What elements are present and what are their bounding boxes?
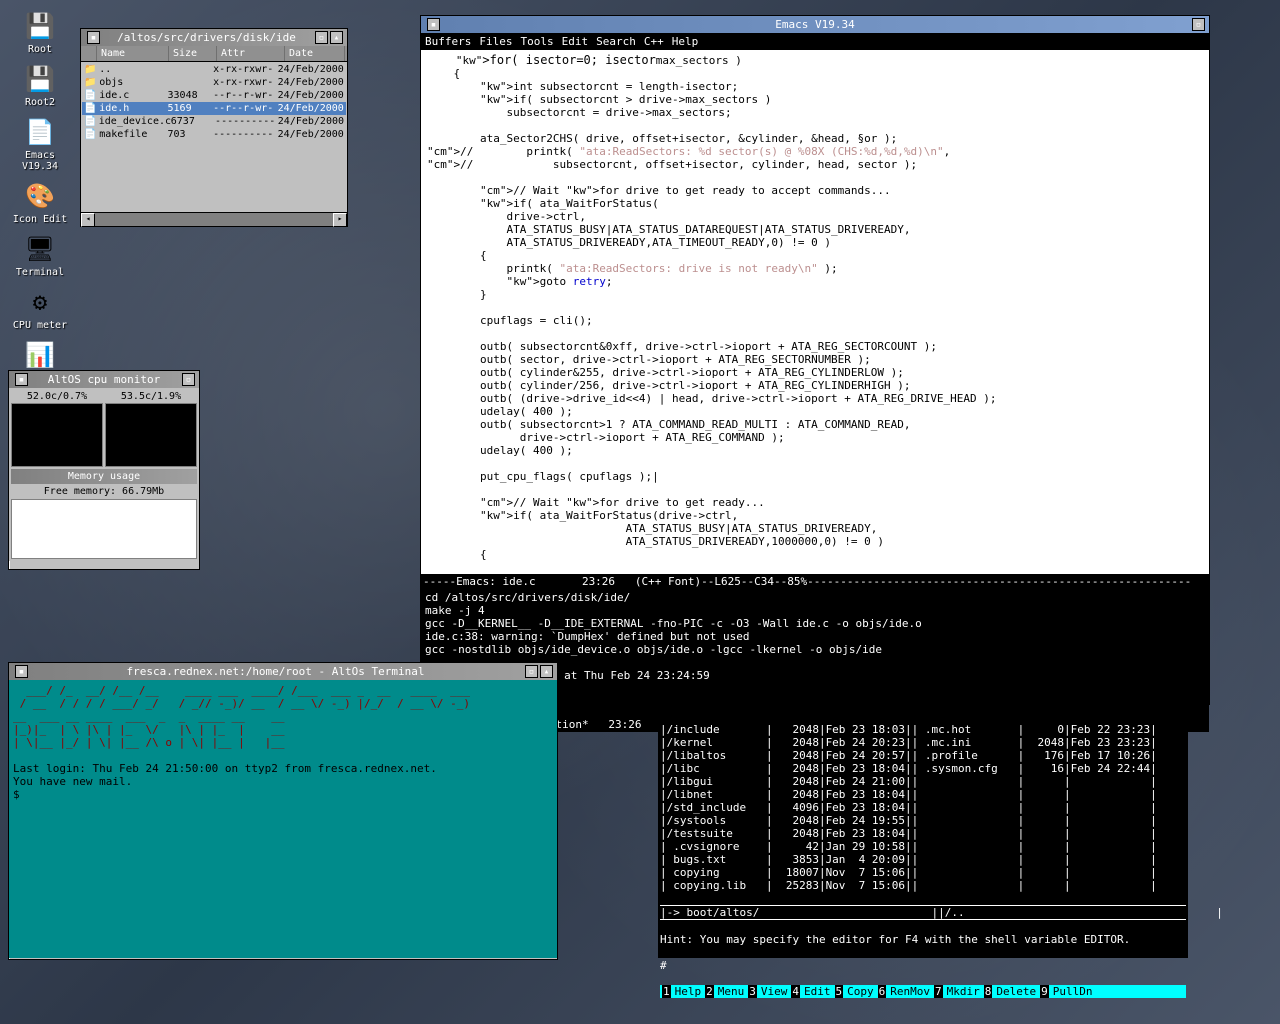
emacs-title: Emacs V19.34 — [440, 18, 1190, 31]
mc-row[interactable]: |/testsuite | 2048|Feb 23 18:04|| | | | — [660, 827, 1186, 840]
mem-label: Free memory: 66.79Mb — [11, 484, 197, 499]
mc-path: |-> boot/altos/ ||/.. | — [660, 905, 1186, 920]
emacs-menubar[interactable]: Buffers Files Tools Edit Search C++ Help — [421, 33, 1209, 50]
emacs-code-buffer[interactable]: "kw">for( isector=0; isectormax_sectors … — [421, 50, 1209, 574]
col-attr[interactable]: Attr — [217, 46, 285, 61]
fkey-edit[interactable]: 4Edit — [791, 985, 830, 998]
mc-hint: Hint: You may specify the editor for F4 … — [660, 933, 1186, 946]
cpumeter-icon[interactable]: ⚙CPU meter — [10, 286, 70, 331]
term-prompt: $ — [13, 788, 26, 801]
emacs-titlebar[interactable]: ▪ Emacs V19.34 ▫ — [421, 16, 1209, 33]
mc-row[interactable]: |/libnet | 2048|Feb 23 18:04|| | | | — [660, 788, 1186, 801]
scroll-left-icon[interactable]: ◂ — [81, 213, 95, 227]
menu-files[interactable]: Files — [479, 35, 512, 48]
emacs-window: ▪ Emacs V19.34 ▫ Buffers Files Tools Edit Se… — [420, 15, 1210, 705]
fkey-mkdir[interactable]: 7Mkdir — [934, 985, 980, 998]
fm-column-headers: Name Size Attr Date — [81, 46, 347, 62]
mc-row[interactable]: | .cvsignore | 42|Jan 29 10:58|| | | | — [660, 840, 1186, 853]
menu-tools[interactable]: Tools — [520, 35, 553, 48]
file-manager-window: ▪ /altos/src/drivers/disk/ide ▫ ▴ Name S… — [80, 28, 348, 227]
mc-row[interactable]: | bugs.txt | 3853|Jan 4 20:09|| | | | — [660, 853, 1186, 866]
mc-function-keys[interactable]: 1Help 2Menu 3View 4Edit 5Copy 6RenMov 7Mkdir 8D… — [660, 985, 1186, 998]
term-ascii: ___/ /_ __/ /__ /__ ____ ___ ____/ /___ … — [13, 684, 470, 749]
mc-row[interactable]: | copying.lib | 25283|Nov 7 15:06|| | | … — [660, 879, 1186, 892]
file-row[interactable]: 📄makefile703----------24/Feb/2000 — [82, 128, 346, 141]
emacs-status-1: -----Emacs: ide.c 23:26 (C++ Font)--L625… — [421, 574, 1209, 589]
iconedit-icon[interactable]: 🎨Icon Edit — [10, 180, 70, 225]
mc-row[interactable]: |/systools | 2048|Feb 24 19:55|| | | | — [660, 814, 1186, 827]
fkey-pulldn[interactable]: 9PullDn — [1040, 985, 1092, 998]
fkey-renmov[interactable]: 6RenMov — [878, 985, 930, 998]
scroll-right-icon[interactable]: ▸ — [333, 213, 347, 227]
cpu2-label: 53.5c/1.9% — [105, 390, 197, 403]
fm-scrollbar[interactable]: ◂ ▸ — [81, 212, 347, 226]
mc-row[interactable]: |/libc | 2048|Feb 23 18:04|| .sysmon.cfg… — [660, 762, 1186, 775]
terminal-icon[interactable]: 🖥Terminal — [10, 233, 70, 278]
term-titlebar[interactable]: ▪ fresca.rednex.net:/home/root - AltOs T… — [9, 663, 557, 680]
menu-c++[interactable]: C++ — [644, 35, 664, 48]
file-row[interactable]: 📄ide.c33048--r--r-wr-24/Feb/2000 — [82, 89, 346, 102]
fkey-view[interactable]: 3View — [748, 985, 787, 998]
mc-row[interactable]: | copying | 18007|Nov 7 15:06|| | | | — [660, 866, 1186, 879]
col-name[interactable]: Name — [97, 46, 169, 61]
file-row[interactable]: 📄ide.h5169--r--r-wr-24/Feb/2000 — [82, 102, 346, 115]
mem-header: Memory usage — [11, 469, 197, 484]
cpu-monitor-window: ▪ AltOS cpu monitor ▫ 52.0c/0.7% 53.5c/1… — [8, 370, 200, 570]
cpu1-graph — [11, 403, 103, 467]
fkey-menu[interactable]: 2Menu — [705, 985, 744, 998]
terminal-window: ▪ fresca.rednex.net:/home/root - AltOs T… — [8, 662, 558, 960]
cpu2-graph — [105, 403, 197, 467]
fkey-copy[interactable]: 5Copy — [835, 985, 874, 998]
midnight-commander[interactable]: |/include | 2048|Feb 23 18:03|| .mc.hot … — [658, 708, 1188, 958]
fm-titlebar[interactable]: ▪ /altos/src/drivers/disk/ide ▫ ▴ — [81, 29, 347, 46]
menu-buffers[interactable]: Buffers — [425, 35, 471, 48]
desktop-icons: 💾Root 💾Root2 📄Emacs V19.34 🎨Icon Edit 🖥T… — [10, 10, 70, 403]
fm-max-button[interactable]: ▫ — [315, 31, 328, 44]
mc-row[interactable]: |/libaltos | 2048|Feb 24 20:57|| .profil… — [660, 749, 1186, 762]
cpumon-menu-button[interactable]: ▪ — [15, 373, 28, 386]
file-row[interactable]: 📁objsx-rx-rxwr-24/Feb/2000 — [82, 76, 346, 89]
mc-row[interactable]: |/std_include | 4096|Feb 23 18:04|| | | … — [660, 801, 1186, 814]
cpumon-max-button[interactable]: ▫ — [182, 373, 195, 386]
menu-search[interactable]: Search — [596, 35, 636, 48]
file-row[interactable]: 📁..x-rx-rxwr-24/Feb/2000 — [82, 63, 346, 76]
cpumon-title: AltOS cpu monitor — [28, 373, 180, 386]
fm-title: /altos/src/drivers/disk/ide — [100, 31, 313, 44]
emacs-max-button[interactable]: ▫ — [1192, 18, 1205, 31]
menu-help[interactable]: Help — [672, 35, 699, 48]
mc-prompt[interactable]: # — [660, 959, 1186, 972]
root2-icon[interactable]: 💾Root2 — [10, 63, 70, 108]
fkey-help[interactable]: 1Help — [662, 985, 701, 998]
mc-row[interactable]: |/kernel | 2048|Feb 24 20:23|| .mc.ini |… — [660, 736, 1186, 749]
term-mail: You have new mail. — [13, 775, 132, 788]
term-content[interactable]: ___/ /_ __/ /__ /__ ____ ___ ____/ /___ … — [9, 680, 557, 958]
col-size[interactable]: Size — [169, 46, 217, 61]
mc-row[interactable]: |/libgui | 2048|Feb 24 21:00|| | | | — [660, 775, 1186, 788]
fm-close-button[interactable]: ▴ — [330, 31, 343, 44]
menu-edit[interactable]: Edit — [562, 35, 589, 48]
cpumon-titlebar[interactable]: ▪ AltOS cpu monitor ▫ — [9, 371, 199, 388]
root-icon[interactable]: 💾Root — [10, 10, 70, 55]
fm-file-list[interactable]: 📁..x-rx-rxwr-24/Feb/2000📁objsx-rx-rxwr-2… — [81, 62, 347, 212]
emacs-menu-button[interactable]: ▪ — [427, 18, 440, 31]
emacs-icon[interactable]: 📄Emacs V19.34 — [10, 116, 70, 172]
term-title: fresca.rednex.net:/home/root - AltOs Ter… — [28, 665, 523, 678]
term-login: Last login: Thu Feb 24 21:50:00 on ttyp2… — [13, 762, 437, 775]
col-date[interactable]: Date — [285, 46, 345, 61]
fkey-delete[interactable]: 8Delete — [984, 985, 1036, 998]
file-row[interactable]: 📄ide_device.c6737----------24/Feb/2000 — [82, 115, 346, 128]
mc-row[interactable]: |/include | 2048|Feb 23 18:03|| .mc.hot … — [660, 723, 1186, 736]
term-close-button[interactable]: ▴ — [540, 665, 553, 678]
fm-menu-button[interactable]: ▪ — [87, 31, 100, 44]
term-menu-button[interactable]: ▪ — [15, 665, 28, 678]
mc-file-list[interactable]: |/include | 2048|Feb 23 18:03|| .mc.hot … — [660, 723, 1186, 892]
term-max-button[interactable]: ▫ — [525, 665, 538, 678]
cpu1-label: 52.0c/0.7% — [11, 390, 103, 403]
mem-graph — [11, 499, 197, 559]
